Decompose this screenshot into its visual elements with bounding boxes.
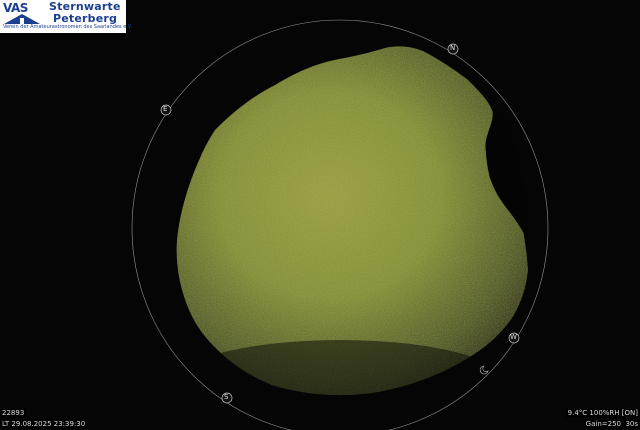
compass-east-label: E [163,105,168,113]
all-sky-camera-image: N E S W [0,0,640,430]
observatory-house-icon [4,14,40,24]
compass-north-label: N [450,44,456,52]
compass-west-label: W [510,333,517,341]
temperature-humidity: 9.4°C 100%RH [ON] [565,409,640,418]
moon-marker [479,365,489,375]
logo-subtitle: Verein der Amateurastronomen des Saarlan… [3,24,133,30]
local-time: LT 29.08.2025 23:39:30 [0,420,88,429]
compass-south-label: S [224,393,229,401]
frame-number: 22893 [0,409,27,418]
exposure-value: 30s [625,420,638,428]
gain-exposure: Gain=250 30s [583,420,640,429]
illuminated-sky [176,46,529,396]
gain-value: Gain=250 [585,420,621,428]
observatory-logo: VAS Sternwarte Peterberg Verein der Amat… [0,0,132,33]
logo-abbr: VAS [3,1,28,15]
sky-view [131,19,549,430]
